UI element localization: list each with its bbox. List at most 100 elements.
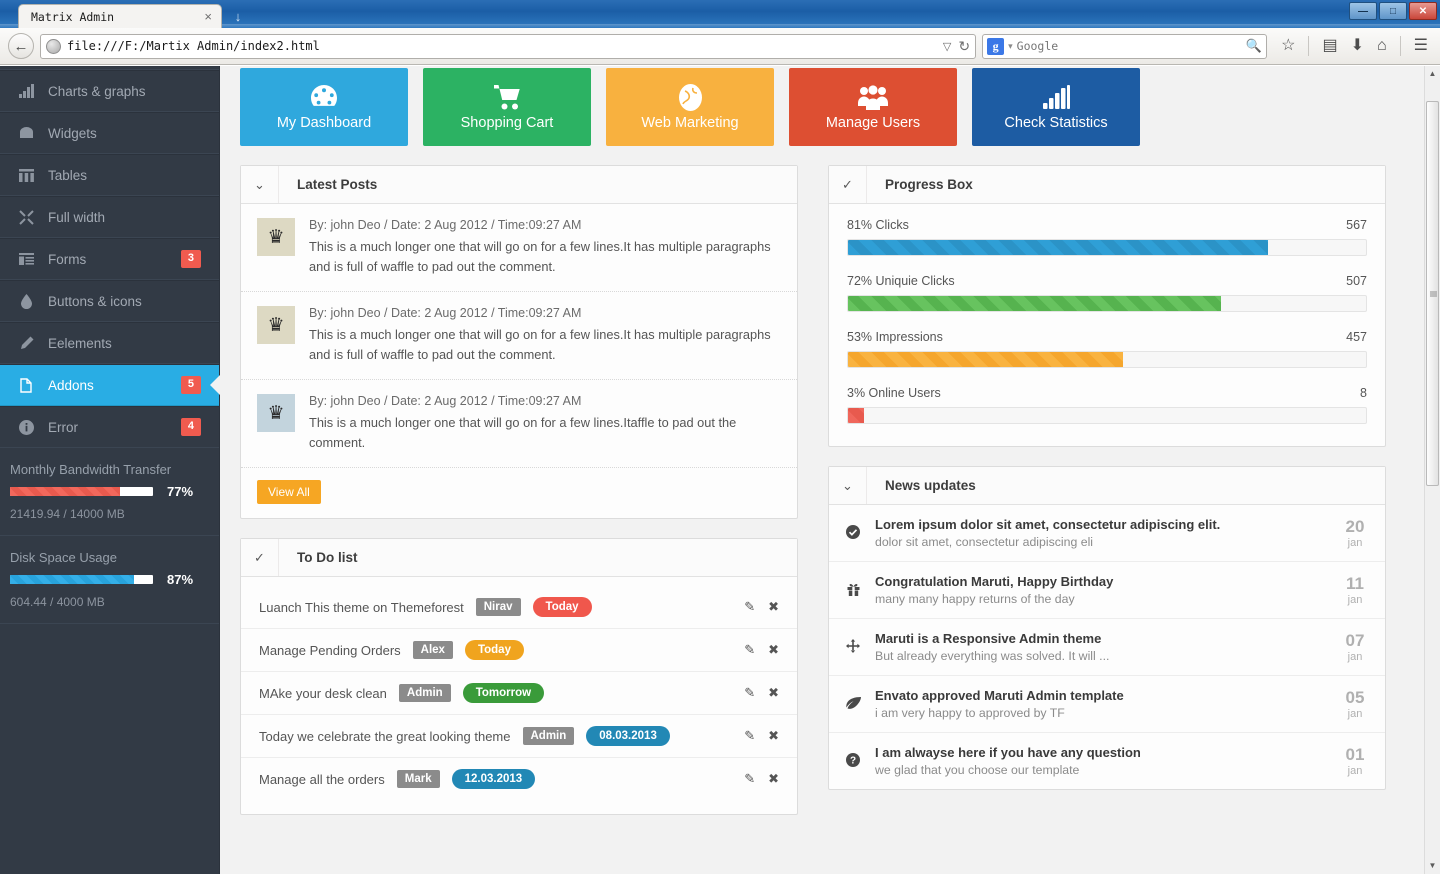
pencil-icon: [18, 335, 34, 351]
table-icon: [18, 167, 34, 183]
delete-icon[interactable]: ✖: [768, 685, 779, 701]
sidebar-item-full-width[interactable]: Full width: [0, 196, 219, 238]
sidebar-item-charts-graphs[interactable]: Charts & graphs: [0, 70, 219, 112]
list-item[interactable]: Lorem ipsum dolor sit amet, consectetur …: [829, 505, 1385, 562]
list-item[interactable]: Maruti is a Responsive Admin theme But a…: [829, 619, 1385, 676]
bookmark-star-icon[interactable]: ☆: [1281, 38, 1295, 54]
status-badge: 5: [180, 376, 201, 394]
reader-icon[interactable]: ▤: [1322, 38, 1337, 54]
sidebar-item-error[interactable]: Error 4: [0, 406, 219, 448]
scroll-up-arrow[interactable]: ▲: [1425, 66, 1440, 82]
address-bar[interactable]: file:///F:/Martix Admin/index2.html ▽ ↻: [40, 33, 977, 59]
delete-icon[interactable]: ✖: [768, 771, 779, 787]
disk-percent: 87%: [167, 572, 194, 587]
todo-text: Manage all the orders: [259, 771, 385, 787]
browser-toolbar-icons: ☆ ▤ ⬇ ⌂ ☰: [1273, 36, 1432, 56]
chevron-down-icon[interactable]: ▾: [1008, 41, 1013, 52]
check-icon[interactable]: ✓: [829, 166, 867, 203]
bandwidth-detail: 21419.94 / 14000 MB: [10, 507, 125, 521]
progress-label: 81% Clicks: [847, 218, 909, 232]
scrollbar-thumb[interactable]: [1426, 101, 1439, 486]
panel-body: Luanch This theme on Themeforest Nirav T…: [241, 577, 797, 814]
maximize-button[interactable]: □: [1379, 2, 1407, 20]
panel-header: ⌄ News updates: [829, 467, 1385, 505]
sidebar-item-tables[interactable]: Tables: [0, 154, 219, 196]
delete-icon[interactable]: ✖: [768, 728, 779, 744]
chevron-down-icon[interactable]: ▽: [943, 40, 951, 53]
browser-tab[interactable]: Matrix Admin ×: [18, 4, 222, 28]
tile-shopping-cart[interactable]: Shopping Cart: [423, 68, 591, 146]
search-icon[interactable]: 🔍: [1246, 38, 1262, 54]
delete-icon[interactable]: ✖: [768, 599, 779, 615]
sidebar-item-label: Forms: [48, 251, 87, 267]
sidebar-item-eelements[interactable]: Eelements: [0, 322, 219, 364]
site-globe-icon: [46, 38, 61, 54]
panel-title: Latest Posts: [297, 177, 378, 192]
search-bar[interactable]: g ▾ Google 🔍: [982, 33, 1268, 59]
news-day: 05: [1345, 687, 1365, 707]
close-window-button[interactable]: ✕: [1409, 2, 1437, 20]
edit-icon[interactable]: ✎: [744, 728, 755, 744]
edit-icon[interactable]: ✎: [744, 642, 755, 658]
progress-item-online-users: 3% Online Users 8: [847, 386, 1367, 424]
sidebar-item-widgets[interactable]: Widgets: [0, 112, 219, 154]
list-item: Manage all the orders Mark 12.03.2013 ✎ …: [241, 758, 797, 800]
new-tab-button[interactable]: ↓: [224, 6, 252, 28]
list-item[interactable]: ? I am alwayse here if you have any ques…: [829, 733, 1385, 789]
google-icon: g: [987, 37, 1005, 55]
chevron-down-icon[interactable]: ⌄: [241, 166, 279, 203]
progress-track: [847, 295, 1367, 312]
chevron-down-icon[interactable]: ⌄: [829, 467, 867, 504]
panel-body: Lorem ipsum dolor sit amet, consectetur …: [829, 505, 1385, 789]
status-badge: 3: [180, 250, 201, 268]
home-icon[interactable]: ⌂: [1377, 38, 1387, 54]
tile-my-dashboard[interactable]: My Dashboard: [240, 68, 408, 146]
progress-box-panel: ✓ Progress Box 81% Clicks 567 72% Uniqui…: [828, 165, 1386, 447]
view-all-button[interactable]: View All: [257, 480, 321, 504]
scroll-down-arrow[interactable]: ▼: [1425, 858, 1440, 874]
news-subtitle: i am very happy to approved by TF: [875, 706, 1065, 720]
list-item[interactable]: Envato approved Maruti Admin template i …: [829, 676, 1385, 733]
progress-item-clicks: 81% Clicks 567: [847, 218, 1367, 256]
page-scrollbar[interactable]: ▲ ▼: [1424, 66, 1440, 874]
disk-progress-track: [10, 575, 153, 584]
news-month: jan: [1347, 536, 1363, 549]
news-date: 01 jan: [1341, 746, 1369, 777]
sidebar-item-label: Tables: [48, 167, 88, 183]
news-title: Congratulation Maruti, Happy Birthday: [875, 574, 1114, 589]
back-button[interactable]: ←: [8, 33, 34, 59]
delete-icon[interactable]: ✖: [768, 642, 779, 658]
sidebar-item-label: Widgets: [48, 125, 97, 141]
browser-titlebar: Matrix Admin × ↓ — □ ✕: [0, 0, 1440, 28]
menu-icon[interactable]: ☰: [1414, 38, 1428, 54]
disk-progress-fill: [10, 575, 135, 584]
tile-manage-users[interactable]: Manage Users: [789, 68, 957, 146]
sidebar-item-forms[interactable]: Forms 3: [0, 238, 219, 280]
progress-fill: [848, 352, 1123, 367]
list-item[interactable]: Congratulation Maruti, Happy Birthday ma…: [829, 562, 1385, 619]
tile-check-statistics[interactable]: Check Statistics: [972, 68, 1140, 146]
sidebar-item-addons[interactable]: Addons 5: [0, 364, 220, 406]
progress-track: [847, 239, 1367, 256]
check-circle-icon: [845, 524, 861, 542]
edit-icon[interactable]: ✎: [744, 771, 755, 787]
minimize-button[interactable]: —: [1349, 2, 1377, 20]
close-icon[interactable]: ×: [201, 10, 215, 23]
widget-icon: [18, 125, 34, 141]
edit-icon[interactable]: ✎: [744, 685, 755, 701]
tile-web-marketing[interactable]: Web Marketing: [606, 68, 774, 146]
bandwidth-usage-block: Monthly Bandwidth Transfer 77% 21419.94 …: [0, 448, 219, 536]
sidebar-item-buttons-icons[interactable]: Buttons & icons: [0, 280, 219, 322]
tile-label: Shopping Cart: [460, 115, 554, 131]
svg-text:?: ?: [850, 755, 856, 766]
download-icon[interactable]: ⬇: [1351, 38, 1364, 54]
reload-icon[interactable]: ↻: [958, 38, 970, 55]
todo-date-tag: 12.03.2013: [451, 769, 536, 789]
progress-track: [847, 351, 1367, 368]
check-icon[interactable]: ✓: [241, 539, 279, 576]
globe-icon: [678, 83, 702, 111]
edit-icon[interactable]: ✎: [744, 599, 755, 615]
left-column: ⌄ Latest Posts ♛ By: john Deo / Date: 2 …: [240, 165, 798, 834]
todo-user-tag: Admin: [398, 684, 451, 702]
search-input[interactable]: Google: [1017, 39, 1242, 53]
